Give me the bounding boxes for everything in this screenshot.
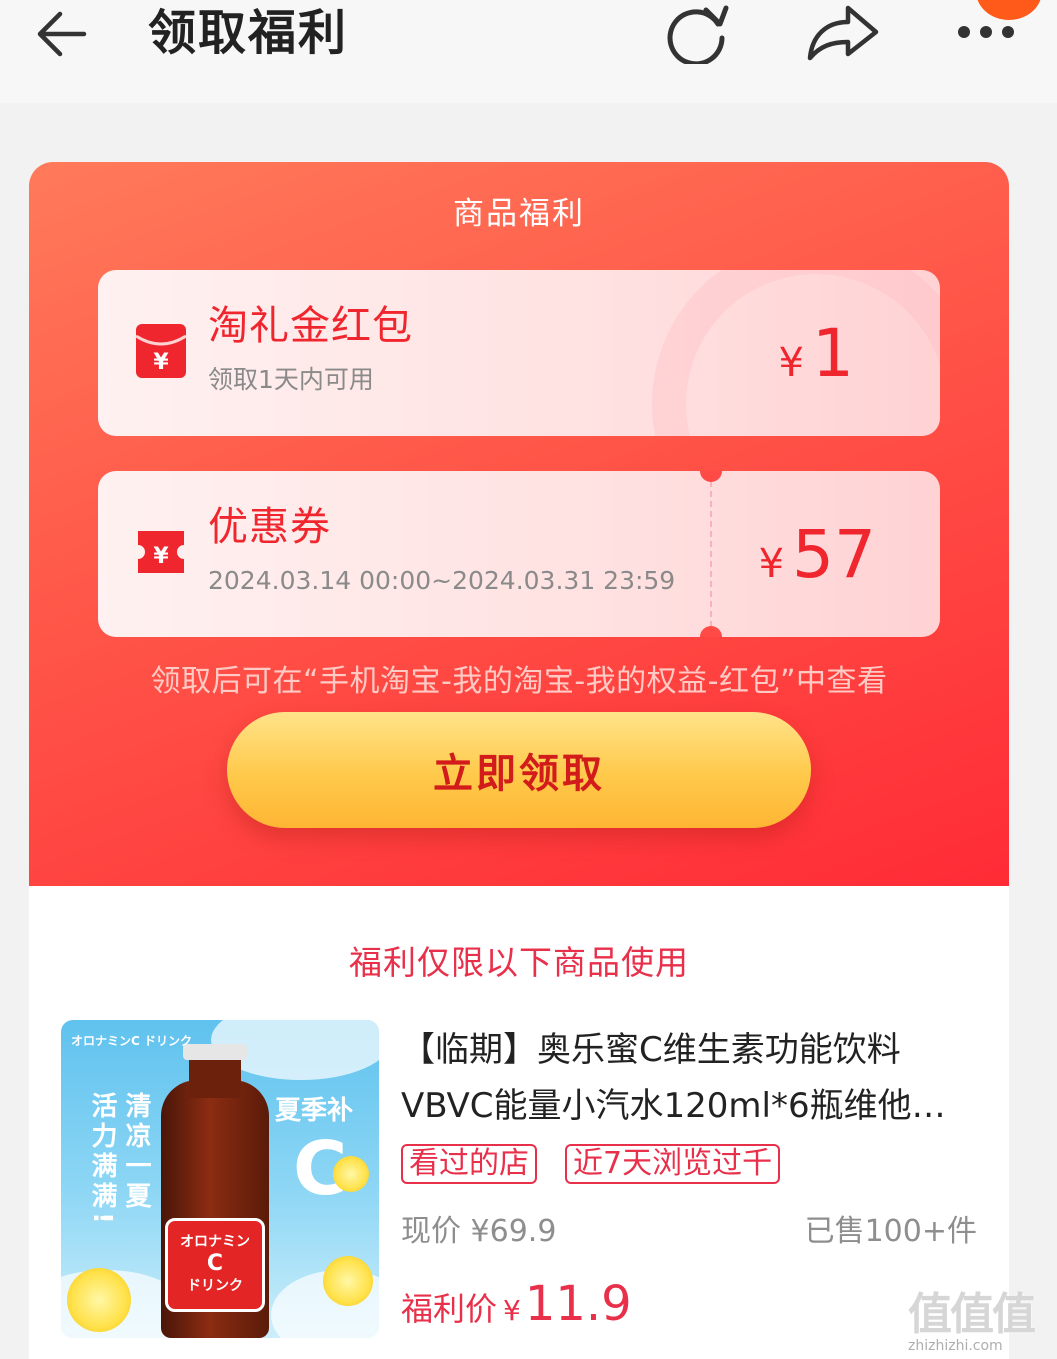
product-title[interactable]: 【临期】奥乐蜜C维生素功能饮料VBVC能量小汽水120ml*6瓶维他… xyxy=(401,1022,981,1134)
coupon-validity: 2024.03.14 00:00~2024.03.31 23:59 xyxy=(208,566,676,595)
coupon-value: 57 xyxy=(792,516,876,593)
current-price-label: 现价 xyxy=(401,1214,461,1249)
refresh-icon xyxy=(667,5,729,67)
ticket-notch-bottom xyxy=(700,626,722,637)
arrow-left-icon xyxy=(37,11,87,57)
tag-popular: 近7天浏览过千 xyxy=(565,1144,781,1184)
share-icon xyxy=(807,5,879,61)
top-bar: 领取福利 xyxy=(0,0,1057,103)
gift-card-currency: ¥ xyxy=(778,340,804,386)
bottle-label-line2: C xyxy=(206,1251,224,1276)
svg-text:¥: ¥ xyxy=(153,544,169,569)
gift-card-name: 淘礼金红包 xyxy=(208,303,413,349)
claim-button[interactable]: 立即领取 xyxy=(227,712,811,828)
lemon-slice xyxy=(323,1256,373,1306)
welfare-card: 商品福利 ¥ 淘礼金红包 领取1天内可用 ¥1 ¥ 优惠券 2024.03.14… xyxy=(29,162,1009,886)
page-title: 领取福利 xyxy=(148,5,349,61)
bottle-label: オロナミン C ドリンク xyxy=(165,1218,265,1312)
deal-currency: ¥ xyxy=(503,1294,521,1327)
image-brand-text: オロナミンC ドリンク xyxy=(71,1034,192,1048)
bottle-cap xyxy=(183,1044,247,1060)
gift-card-value: 1 xyxy=(812,315,854,392)
welfare-note: 领取后可在“手机淘宝-我的淘宝-我的权益-红包”中查看 xyxy=(150,664,888,699)
refresh-button[interactable] xyxy=(664,2,732,67)
deal-price-value: 11.9 xyxy=(524,1276,632,1332)
product-section: 福利仅限以下商品使用 オロナミンC ドリンク 活力满满! 清凉一夏 夏季补 C … xyxy=(29,886,1009,1359)
deal-price-label: 福利价 xyxy=(401,1290,498,1328)
coupon-ticket: ¥ 优惠券 2024.03.14 00:00~2024.03.31 23:59 … xyxy=(98,471,940,637)
coupon-name: 优惠券 xyxy=(208,504,331,550)
current-price: ¥69.9 xyxy=(470,1214,557,1249)
price-row: 现价 ¥69.9 已售100+件 xyxy=(401,1206,977,1250)
lemon-slice xyxy=(333,1156,369,1192)
welfare-heading: 商品福利 xyxy=(453,196,585,232)
image-text-left: 活力满满! xyxy=(87,1092,117,1228)
tag-visited-store: 看过的店 xyxy=(401,1144,537,1184)
ticket-perforation xyxy=(710,471,712,637)
sold-count: 已售100+件 xyxy=(804,1214,977,1249)
back-button[interactable] xyxy=(34,8,90,60)
red-envelope-icon: ¥ xyxy=(135,324,187,378)
gift-card-ticket: ¥ 淘礼金红包 领取1天内可用 ¥1 xyxy=(98,270,940,436)
gift-card-subtitle: 领取1天内可用 xyxy=(208,365,374,394)
site-watermark: 值值值 zhizhizhi.com xyxy=(908,1278,1048,1356)
coupon-amount: ¥57 xyxy=(759,515,876,612)
deal-price: 福利价 ¥11.9 xyxy=(401,1276,632,1332)
product-image[interactable]: オロナミンC ドリンク 活力满满! 清凉一夏 夏季补 C オロナミン C ドリン… xyxy=(61,1020,379,1338)
ticket-notch-top xyxy=(700,471,722,482)
bottle-label-line3: ドリンク xyxy=(187,1278,243,1294)
lemon-slice xyxy=(67,1268,131,1332)
share-button[interactable] xyxy=(806,2,880,64)
watermark-glyphs: 值值值 xyxy=(908,1289,1036,1340)
ticket-icon: ¥ xyxy=(138,531,184,573)
product-heading: 福利仅限以下商品使用 xyxy=(349,943,689,982)
svg-text:¥: ¥ xyxy=(153,350,169,375)
coupon-currency: ¥ xyxy=(758,541,785,587)
image-badge-text: 夏季补 xyxy=(275,1096,354,1126)
image-text-right: 清凉一夏 xyxy=(121,1092,151,1212)
bottle-label-line1: オロナミン xyxy=(180,1234,250,1250)
gift-card-amount: ¥1 xyxy=(779,314,854,411)
